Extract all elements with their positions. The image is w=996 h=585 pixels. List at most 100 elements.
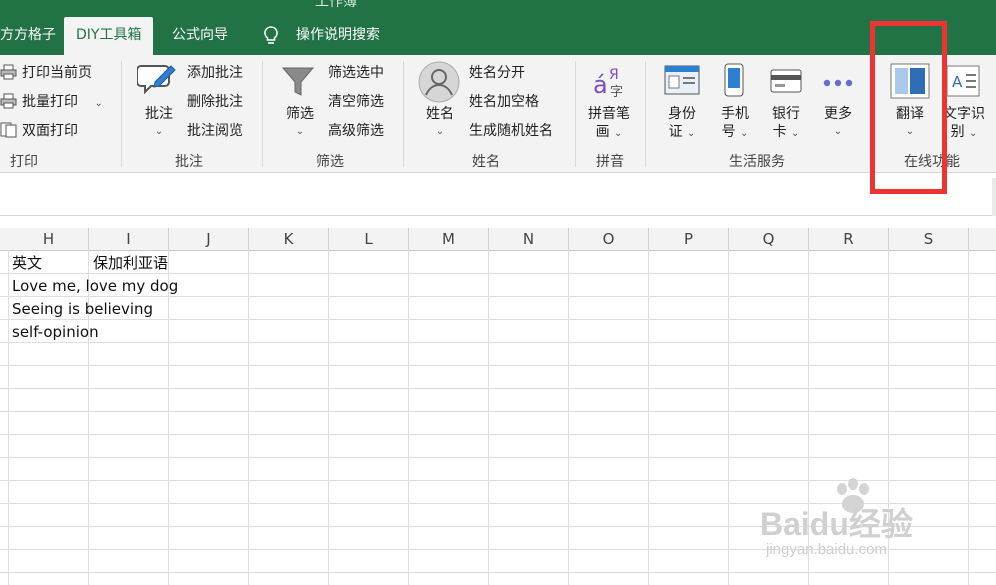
formula-bar[interactable]	[0, 173, 996, 216]
chevron-down-icon: ⌄	[687, 128, 696, 139]
grid-line	[0, 572, 996, 573]
column-header-r[interactable]: R	[809, 228, 889, 251]
group-label-pinyin: 拼音	[596, 154, 624, 170]
chevron-down-icon: ⌄	[740, 128, 749, 139]
title-bar: 工作簿 方方格子 DIY工具箱 公式向导 操作说明搜索	[0, 0, 996, 55]
grid-line	[968, 250, 969, 585]
tell-me-search[interactable]: 操作说明搜索	[296, 17, 380, 55]
group-divider	[403, 61, 404, 167]
grid-line	[168, 250, 169, 585]
lightbulb-icon	[262, 25, 280, 51]
comment-pen-icon	[136, 62, 177, 102]
phone-number-button[interactable]: 手机 号 ⌄	[713, 105, 757, 143]
column-header-m[interactable]: M	[409, 228, 489, 251]
column-header-i[interactable]: I	[89, 228, 169, 251]
group-label-comment: 批注	[175, 154, 203, 170]
more-dots-icon	[822, 73, 854, 92]
watermark-brand: Baidu经验	[760, 506, 913, 542]
column-header-o[interactable]: O	[569, 228, 649, 251]
group-label-print: 打印	[10, 154, 38, 170]
split-name-button[interactable]: 姓名分开	[469, 64, 525, 82]
tab-formula-wizard[interactable]: 公式向导	[172, 17, 228, 55]
random-name-button[interactable]: 生成随机姓名	[469, 122, 553, 140]
column-header-q[interactable]: Q	[729, 228, 809, 251]
group-divider	[121, 61, 122, 167]
duplex-print-button[interactable]: 双面打印	[22, 122, 78, 140]
grid-line	[0, 411, 996, 412]
filter-button[interactable]: 筛选 ⌄	[281, 105, 319, 141]
tab-fangfangezi[interactable]: 方方格子	[0, 17, 56, 55]
pinyin-stroke-button[interactable]: 拼音笔 画 ⌄	[583, 105, 635, 143]
filter-funnel-icon	[281, 65, 315, 103]
grid-line	[488, 250, 489, 585]
add-comment-button[interactable]: 添加批注	[187, 64, 243, 82]
duplex-print-icon	[0, 122, 18, 142]
chevron-down-icon: ⌄	[791, 128, 800, 139]
chevron-down-icon: ⌄	[969, 128, 978, 139]
clear-filter-button[interactable]: 清空筛选	[328, 93, 384, 111]
batch-printer-icon	[0, 93, 18, 113]
tab-diy-toolbox[interactable]: DIY工具箱	[64, 17, 154, 55]
ribbon: 打印当前页 批量打印 ⌄ 双面打印 打印 批注 ⌄ 添加批注 删除批注 批注阅览…	[0, 55, 996, 173]
cell-h-row3[interactable]: Seeing is believing	[12, 298, 153, 321]
id-card-icon	[664, 65, 700, 99]
column-header-h[interactable]: H	[9, 228, 89, 251]
name-button[interactable]: 姓名 ⌄	[421, 105, 459, 141]
grid-line	[0, 457, 996, 458]
grid-line	[0, 365, 996, 366]
grid-line	[0, 388, 996, 389]
watermark-url: jingyan.baidu.com	[766, 541, 887, 558]
id-card-label-1: 身份	[668, 106, 696, 122]
window-title: 工作簿	[315, 0, 357, 10]
grid-line	[0, 342, 996, 343]
more-button[interactable]: 更多 ⌄	[817, 105, 859, 141]
column-header-j[interactable]: J	[169, 228, 249, 251]
cell-i-bulgarian-header[interactable]: 保加利亚语	[93, 252, 168, 275]
cell-h-row4[interactable]: self-opinion	[12, 321, 99, 344]
delete-comment-button[interactable]: 删除批注	[187, 93, 243, 111]
read-comment-button[interactable]: 批注阅览	[187, 122, 243, 140]
column-header-s[interactable]: S	[889, 228, 969, 251]
bank-card-label-1: 银行	[772, 106, 800, 122]
text-recognition-icon: A	[946, 65, 980, 101]
chevron-down-icon: ⌄	[614, 128, 623, 139]
person-avatar-icon	[418, 61, 460, 107]
column-header-l[interactable]: L	[329, 228, 409, 251]
group-divider	[645, 61, 646, 167]
comment-button[interactable]: 批注 ⌄	[140, 105, 178, 141]
pinyin-icon: áЯ字	[592, 63, 628, 103]
id-card-label-2: 证 ⌄	[668, 124, 696, 140]
group-divider	[262, 61, 263, 167]
bank-card-button[interactable]: 银行 卡 ⌄	[764, 105, 808, 143]
column-header-k[interactable]: K	[249, 228, 329, 251]
grid-line	[248, 250, 249, 585]
chevron-down-icon: ⌄	[154, 126, 164, 137]
pinyin-stroke-label-2: 画 ⌄	[595, 124, 623, 140]
chevron-down-icon: ⌄	[435, 126, 445, 137]
bank-card-icon	[770, 69, 802, 97]
column-header-n[interactable]: N	[489, 228, 569, 251]
svg-text:á: á	[593, 71, 608, 99]
highlight-annotation-box	[870, 21, 947, 194]
cell-h-english-header[interactable]: 英文	[12, 252, 42, 275]
grid-line	[568, 250, 569, 585]
grid-line	[8, 250, 9, 585]
name-add-space-button[interactable]: 姓名加空格	[469, 93, 539, 111]
column-header-p[interactable]: P	[649, 228, 729, 251]
filter-selected-button[interactable]: 筛选选中	[328, 64, 384, 82]
name-button-label: 姓名	[426, 106, 454, 122]
grid-line	[648, 250, 649, 585]
id-card-button[interactable]: 身份 证 ⌄	[660, 105, 704, 143]
svg-text:A: A	[952, 73, 963, 91]
cell-h-row2[interactable]: Love me, love my dog	[12, 275, 178, 298]
svg-text:Я: Я	[609, 67, 619, 83]
batch-print-label: 批量打印	[22, 94, 78, 110]
print-current-page-button[interactable]: 打印当前页	[22, 64, 92, 82]
chevron-down-icon: ⌄	[833, 126, 843, 137]
chevron-down-icon[interactable]: ⌄	[94, 98, 102, 109]
advanced-filter-button[interactable]: 高级筛选	[328, 122, 384, 140]
phone-label-2: 号 ⌄	[721, 124, 749, 140]
chevron-down-icon: ⌄	[295, 126, 305, 137]
batch-print-button[interactable]: 批量打印 ⌄	[22, 93, 103, 113]
group-divider	[575, 61, 576, 167]
